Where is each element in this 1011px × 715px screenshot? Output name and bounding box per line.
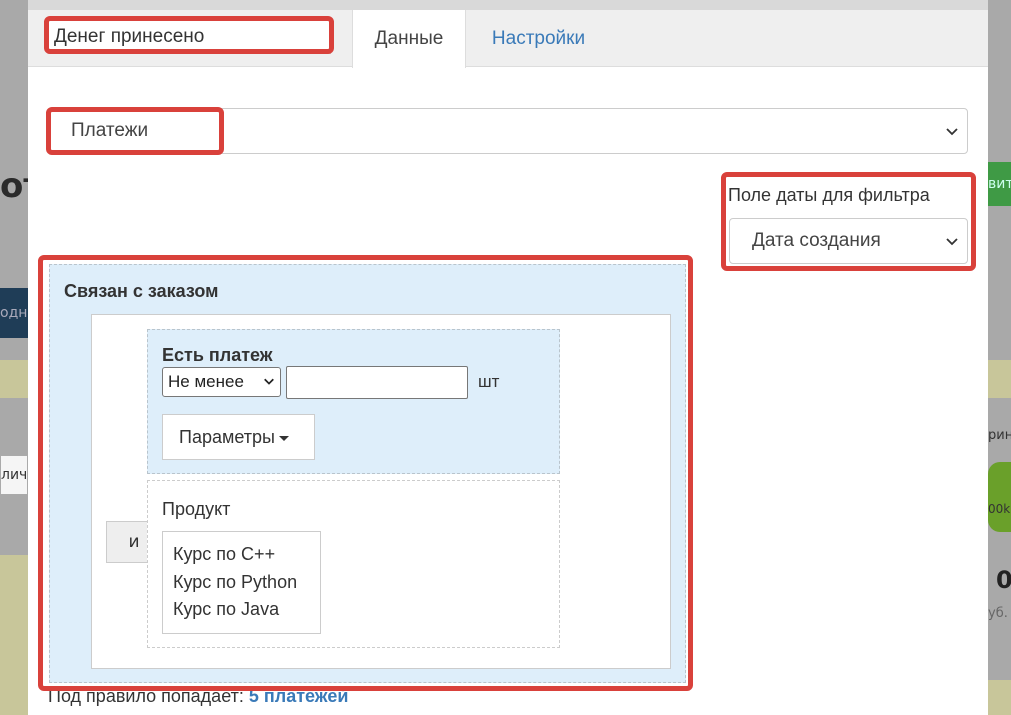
quantity-unit: шт: [478, 372, 500, 391]
widget-title-input[interactable]: Денег принесено: [48, 19, 331, 54]
date-filter-value: Дата создания: [752, 230, 881, 251]
payment-condition-title: Есть платеж: [162, 345, 273, 365]
parameters-button[interactable]: Параметры: [162, 414, 315, 460]
quantity-input[interactable]: [286, 366, 468, 399]
comparator-value: Не менее: [168, 372, 244, 391]
condition-body: и Есть платеж Не менее шт Параметры Прод…: [91, 314, 671, 669]
background-banner-left: [0, 360, 28, 398]
widget-settings-modal: Денег принесено Данные Настройки Платежи…: [28, 10, 988, 715]
tab-data[interactable]: Данные: [352, 10, 466, 68]
chevron-down-icon: [945, 124, 959, 138]
date-filter-select[interactable]: Дата создания: [729, 218, 968, 264]
background-right-label: рин: [988, 428, 1011, 443]
source-select-value: Платежи: [71, 120, 149, 141]
background-left-button: лич: [0, 455, 28, 495]
product-label: Продукт: [162, 499, 231, 519]
rule-match-prefix: Под правило попадает:: [48, 686, 244, 706]
comparator-select[interactable]: Не менее: [162, 367, 281, 397]
payment-condition: Есть платеж Не менее шт Параметры: [147, 329, 560, 474]
background-banner-right-bottom: [988, 680, 1011, 715]
background-banner-left-bottom: [0, 555, 28, 715]
parameters-button-label: Параметры: [179, 427, 275, 447]
product-option[interactable]: Курс по Java: [173, 596, 320, 624]
caret-down-icon: [278, 435, 289, 441]
background-right-chart-label: 00k: [988, 502, 1011, 516]
modal-header: Денег принесено Данные Настройки: [28, 10, 988, 68]
source-select[interactable]: Платежи: [48, 108, 968, 154]
background-right-value: 0: [996, 566, 1011, 594]
product-option[interactable]: Курс по C++: [173, 541, 320, 569]
chevron-down-icon: [945, 234, 959, 248]
chevron-down-icon: [263, 375, 275, 390]
date-filter-label: Поле даты для фильтра: [728, 185, 930, 205]
background-banner-right: [988, 360, 1011, 398]
rule-match-count-link[interactable]: 5 платежей: [249, 686, 349, 706]
background-right-unit: уб.: [988, 606, 1008, 621]
condition-title: Связан с заказом: [64, 281, 219, 301]
rule-match-summary: Под правило попадает: 5 платежей: [48, 686, 348, 707]
product-multiselect[interactable]: Курс по C++ Курс по Python Курс по Java: [162, 531, 321, 634]
tab-settings[interactable]: Настройки: [476, 10, 601, 68]
background-green-button: вить: [988, 162, 1011, 206]
background-green-chart: [988, 462, 1011, 532]
product-option[interactable]: Курс по Python: [173, 569, 320, 597]
background-dark-button: одн: [0, 288, 28, 338]
product-condition: Продукт Курс по C++ Курс по Python Курс …: [147, 480, 560, 648]
condition-group: Связан с заказом и Есть платеж Не менее …: [49, 264, 686, 683]
